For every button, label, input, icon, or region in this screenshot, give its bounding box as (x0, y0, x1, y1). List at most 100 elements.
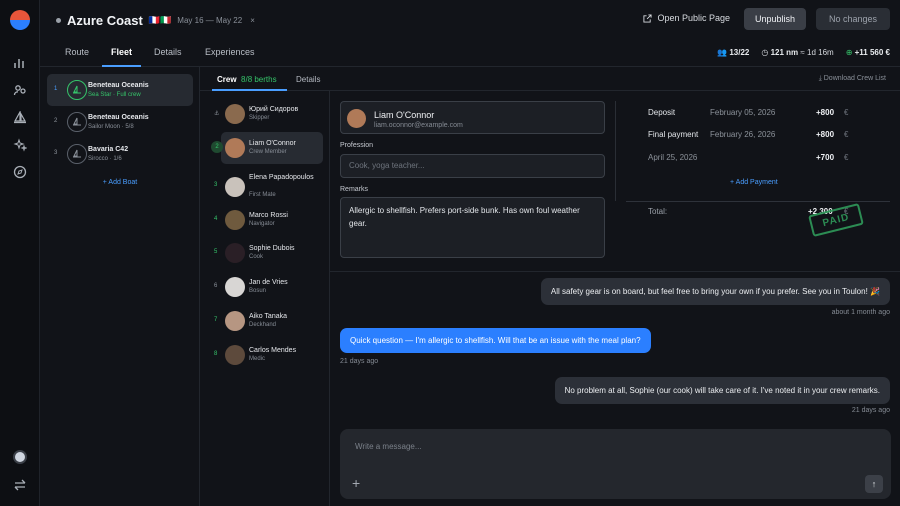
avatar (347, 109, 366, 128)
chart-icon[interactable] (10, 53, 30, 73)
crew-list: ⚓ Юрий Сидоров Skipper 2 Liam O'Connor C… (200, 91, 330, 506)
member-name: Elena Papadopoulos (249, 174, 314, 181)
member-number: 4 (214, 216, 218, 222)
app-logo[interactable] (10, 10, 30, 30)
boat-list: 1 Beneteau Oceanis Sea Star · Full crew … (40, 67, 200, 506)
tab-crew-details[interactable]: Details (296, 75, 320, 84)
tab-crew[interactable]: Crew 8/8 berths (217, 75, 277, 84)
boat-subtitle: Sailor Moon · 5/8 (88, 124, 134, 130)
download-crew-list-button[interactable]: ⤓ Download Crew List (819, 75, 886, 83)
payment-currency: € (844, 153, 849, 162)
swap-icon[interactable] (10, 475, 30, 495)
boat-name: Bavaria C42 (88, 146, 129, 153)
users-icon[interactable] (10, 80, 30, 100)
revenue-stat: ⊕ +11 560 € (845, 48, 890, 57)
payment-currency: € (844, 108, 849, 117)
payment-label: Deposit (648, 108, 676, 117)
profession-input[interactable]: Cook, yoga teacher... (340, 154, 605, 178)
payment-amount: +800 (816, 130, 835, 139)
member-number: 8 (214, 351, 218, 357)
send-button[interactable]: ↑ (865, 475, 883, 493)
payment-currency: € (844, 130, 849, 139)
member-role: Deckhand (249, 322, 277, 328)
member-number: 5 (214, 249, 218, 255)
member-name: Liam O'Connor (249, 140, 296, 147)
message-bubble-incoming: No problem at all, Sophie (our cook) wil… (554, 377, 890, 404)
chat-thread: All safety gear is on board, but feel fr… (330, 272, 900, 506)
boat-name: Beneteau Oceanis (88, 114, 149, 121)
icon-rail (0, 0, 40, 506)
member-name: Юрий Сидоров (249, 106, 299, 113)
trip-title[interactable]: Azure Coast (67, 13, 143, 28)
tab-details[interactable]: Details (154, 47, 182, 57)
crew-detail-panel: Liam O'Connor liam.oconnor@example.com P… (330, 91, 900, 272)
open-public-label: Open Public Page (657, 13, 730, 23)
tab-experiences[interactable]: Experiences (205, 47, 255, 57)
member-name: Sophie Dubois (249, 245, 295, 252)
status-dot (56, 17, 61, 23)
member-name: Marco Rossi (249, 212, 288, 219)
boat-item[interactable]: 3 Bavaria C42 Sirocco · 1/6 (47, 138, 193, 170)
no-changes-button[interactable]: No changes (816, 8, 890, 30)
boat-number: 1 (54, 86, 58, 92)
avatar (225, 210, 245, 230)
add-boat-button[interactable]: + Add Boat (40, 179, 200, 186)
crew-member[interactable]: 3 Elena Papadopoulos First Mate (214, 167, 323, 207)
avatar (225, 243, 245, 263)
sailboat-icon[interactable] (10, 108, 30, 128)
crew-member[interactable]: 2 Liam O'Connor Crew Member (211, 132, 323, 164)
app-root: Azure Coast 🇫🇷🇮🇹 May 16 — May 22 × Open … (0, 0, 900, 506)
avatar (225, 177, 245, 197)
unpublish-button[interactable]: Unpublish (744, 8, 806, 30)
anchor-icon: ⚓ (214, 111, 220, 117)
member-number: 2 (211, 141, 223, 153)
tab-fleet[interactable]: Fleet (111, 47, 132, 57)
trip-stats: 👥 13/22 ◷ 121 nm ≈ 1d 16m ⊕ +11 560 € (717, 48, 890, 57)
payment-date: February 26, 2026 (710, 130, 776, 139)
member-role: First Mate (249, 192, 276, 198)
compass-icon[interactable] (10, 162, 30, 182)
member-role: Skipper (249, 115, 270, 121)
sailboat-icon (67, 144, 87, 164)
member-role: Cook (249, 254, 264, 260)
divider (615, 101, 616, 201)
message-time: 21 days ago (851, 407, 890, 414)
crew-member[interactable]: 7 Aiko Tanaka Deckhand (214, 305, 323, 337)
member-role: Navigator (249, 221, 275, 227)
member-role: Medic (249, 356, 266, 362)
member-role: Bosun (249, 288, 267, 294)
boat-item[interactable]: 1 Beneteau Oceanis Sea Star · Full crew (47, 74, 193, 106)
member-name: Jan de Vries (249, 279, 288, 286)
crew-member[interactable]: ⚓ Юрий Сидоров Skipper (214, 98, 323, 130)
tab-route[interactable]: Route (65, 47, 89, 57)
crew-member[interactable]: 8 Carlos Mendes Medic (214, 339, 323, 371)
member-role: Crew Member (249, 149, 287, 155)
external-link-icon (643, 13, 652, 23)
open-public-page-link[interactable]: Open Public Page (643, 13, 730, 23)
add-payment-button[interactable]: + Add Payment (730, 179, 778, 186)
crew-member[interactable]: 4 Marco Rossi Navigator (214, 204, 323, 236)
user-avatar[interactable] (13, 450, 27, 464)
member-name: Aiko Tanaka (249, 313, 288, 320)
boat-subtitle: Sirocco · 1/6 (88, 156, 122, 162)
remarks-textarea[interactable]: Allergic to shellfish. Prefers port-side… (340, 197, 605, 258)
payment-label: Final payment (648, 130, 699, 139)
person-email: liam.oconnor@example.com (374, 122, 463, 129)
crew-member[interactable]: 6 Jan de Vries Bosun (214, 271, 323, 303)
divider (626, 201, 890, 202)
payment-date: April 25, 2026 (648, 153, 698, 162)
boat-item[interactable]: 2 Beneteau Oceanis Sailor Moon · 5/8 (47, 106, 193, 138)
attach-plus-icon[interactable]: + (352, 475, 360, 491)
boat-number: 3 (54, 150, 58, 156)
sparkles-icon[interactable] (10, 135, 30, 155)
crew-member[interactable]: 5 Sophie Dubois Cook (214, 237, 323, 269)
person-card[interactable]: Liam O'Connor liam.oconnor@example.com (340, 101, 605, 134)
payment-date: February 05, 2026 (710, 108, 776, 117)
close-icon[interactable]: × (250, 16, 255, 25)
message-bubble-outgoing: Quick question — I'm allergic to shellfi… (340, 328, 651, 353)
sailboat-icon (67, 80, 87, 100)
message-input[interactable]: Write a message... (355, 442, 422, 451)
payment-amount: +800 (816, 108, 835, 117)
message-composer[interactable]: Write a message... + ↑ (340, 429, 891, 499)
avatar (225, 138, 245, 158)
